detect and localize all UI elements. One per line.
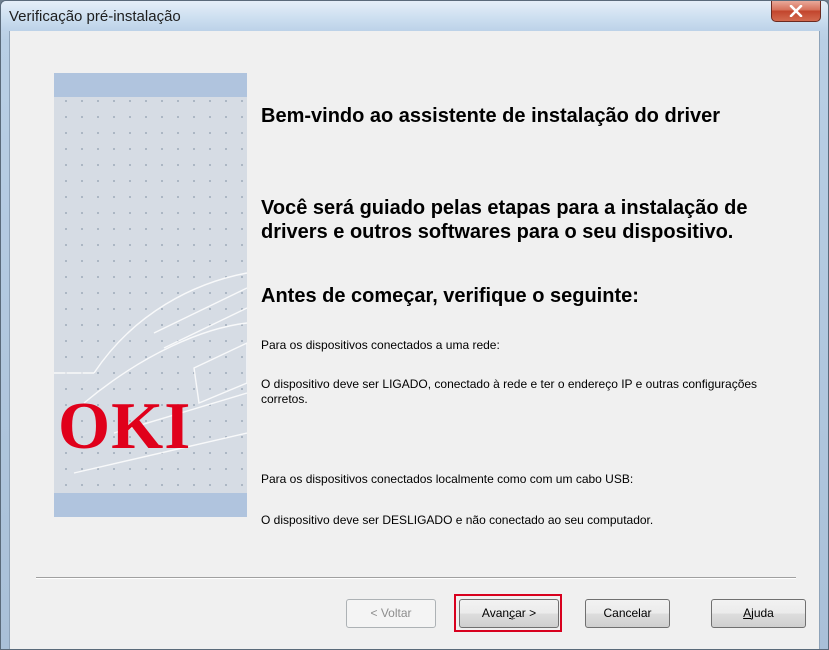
help-button[interactable]: Ajuda bbox=[711, 599, 806, 628]
check-heading: Antes de começar, verifique o seguinte: bbox=[261, 285, 639, 307]
panel-band-bottom bbox=[54, 493, 247, 517]
installer-window: Verificação pré-instalação OKI Bem-vindo… bbox=[0, 0, 829, 650]
window-title: Verificação pré-instalação bbox=[9, 8, 181, 25]
welcome-heading: Bem-vindo ao assistente de instalação do… bbox=[261, 105, 721, 127]
oki-logo: OKI bbox=[58, 389, 192, 463]
next-label-suffix: ar > bbox=[515, 606, 537, 620]
guide-heading: Você será guiado pelas etapas para a ins… bbox=[261, 197, 748, 243]
next-button[interactable]: Avançar > bbox=[459, 599, 559, 628]
network-instructions: O dispositivo deve ser LIGADO, conectado… bbox=[261, 377, 758, 406]
help-label-suffix: juda bbox=[751, 606, 774, 620]
dialog-content: OKI Bem-vindo ao assistente de instalaçã… bbox=[9, 31, 820, 649]
cancel-button[interactable]: Cancelar bbox=[585, 599, 670, 628]
title-bar[interactable]: Verificação pré-instalação bbox=[1, 1, 828, 31]
button-separator bbox=[36, 577, 796, 579]
close-button[interactable] bbox=[771, 1, 821, 22]
local-instructions: O dispositivo deve ser DESLIGADO e não c… bbox=[261, 513, 654, 527]
next-label-prefix: Avan bbox=[481, 606, 510, 620]
close-icon bbox=[789, 5, 803, 17]
back-button[interactable]: < Voltar bbox=[346, 599, 436, 628]
oki-side-panel: OKI bbox=[54, 73, 247, 517]
local-label: Para os dispositivos conectados localmen… bbox=[261, 472, 634, 486]
network-label: Para os dispositivos conectados a uma re… bbox=[261, 338, 500, 352]
help-label-accesskey: A bbox=[743, 606, 752, 620]
